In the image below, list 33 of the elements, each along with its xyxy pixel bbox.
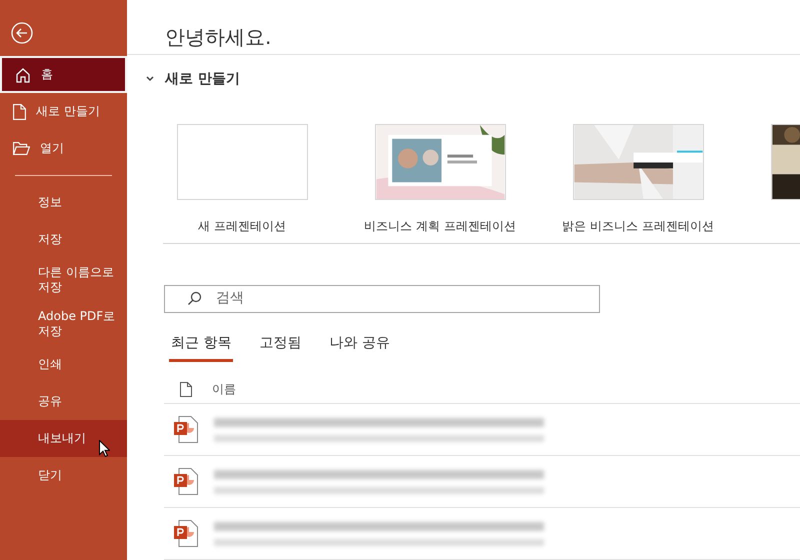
- sidebar-item[interactable]: 다른 이름으로 저장: [0, 258, 127, 302]
- greeting: 안녕하세요.: [127, 0, 800, 55]
- presentation-file-icon: [174, 520, 198, 548]
- folder-icon: [13, 142, 30, 155]
- template-label[interactable]: 밝은 비즈니스 프레젠테이션: [562, 216, 714, 235]
- presentation-file-icon: [174, 416, 198, 444]
- template-label[interactable]: 비즈니스 계획 프레젠테이션: [364, 216, 516, 235]
- cursor-icon: [99, 440, 110, 457]
- file-icon: [180, 382, 192, 397]
- sidebar-item[interactable]: Adobe PDF로 저장: [0, 302, 127, 346]
- document-icon: [13, 104, 26, 120]
- template-label[interactable]: 새 프레젠테이션: [198, 216, 286, 235]
- sidebar-item[interactable]: 닫기: [0, 457, 127, 494]
- sidebar-item[interactable]: 열기: [0, 130, 127, 167]
- sidebar-item[interactable]: 홈: [0, 56, 127, 93]
- sidebar-item[interactable]: 인쇄: [0, 346, 127, 383]
- search-icon: [187, 291, 202, 306]
- blank-slide-thumbnail[interactable]: [176, 124, 308, 200]
- sidebar-item[interactable]: 내보내기: [0, 420, 127, 457]
- column-header[interactable]: 이름: [212, 380, 236, 398]
- presentation-file-icon: [174, 468, 198, 496]
- section-title: 새로 만들기: [165, 70, 240, 89]
- search-field[interactable]: 검색: [164, 284, 600, 313]
- sidebar-item[interactable]: 저장: [0, 221, 127, 258]
- search-input[interactable]: 검색: [216, 288, 566, 310]
- sidebar-item[interactable]: 새로 만들기: [0, 93, 127, 130]
- tab[interactable]: 최근 항목: [169, 332, 234, 362]
- tab[interactable]: 고정됨: [257, 332, 304, 362]
- sidebar-item[interactable]: 정보: [0, 184, 127, 221]
- home-icon: [15, 66, 31, 82]
- back-icon[interactable]: [11, 22, 33, 44]
- tab[interactable]: 나와 공유: [327, 332, 392, 362]
- sidebar-item[interactable]: 공유: [0, 383, 127, 420]
